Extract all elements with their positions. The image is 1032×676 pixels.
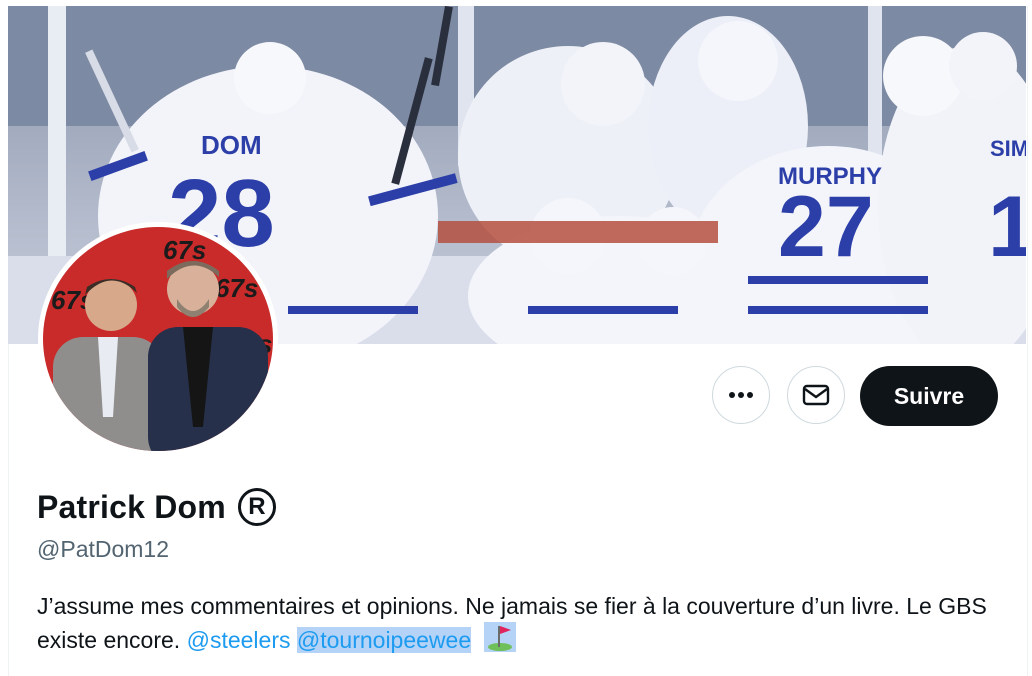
backdrop-logo-top: 67s bbox=[163, 235, 206, 265]
registered-icon: R bbox=[237, 488, 276, 526]
message-button[interactable] bbox=[787, 366, 845, 424]
jersey-number-27: 27 bbox=[778, 179, 874, 275]
display-name: Patrick Dom bbox=[37, 488, 226, 525]
registered-badge-letter: R bbox=[248, 493, 266, 520]
jersey-name-dom: DOM bbox=[201, 130, 262, 160]
mention-link-steelers[interactable]: @steelers bbox=[187, 627, 291, 653]
more-options-button[interactable] bbox=[712, 366, 770, 424]
backdrop-logo-right: 67s bbox=[215, 273, 258, 303]
profile-bio: J’assume mes commentaires et opinions. N… bbox=[37, 590, 987, 656]
profile-avatar[interactable]: 67s 67s 67s 67s bbox=[38, 222, 278, 456]
golf-flag-icon bbox=[483, 622, 516, 652]
jersey-name-sim: SIM bbox=[990, 136, 1026, 161]
profile-name-row: Patrick Dom R bbox=[37, 488, 276, 526]
avatar-photo: 67s 67s 67s 67s bbox=[43, 227, 273, 451]
jersey-number-1: 1 bbox=[988, 179, 1026, 275]
ellipsis-icon bbox=[729, 392, 753, 398]
envelope-icon bbox=[802, 384, 830, 406]
mention-link-tournoipeewee[interactable]: @tournoipeewee bbox=[296, 627, 472, 653]
user-handle: @PatDom12 bbox=[37, 536, 170, 562]
follow-button[interactable]: Suivre bbox=[860, 366, 998, 426]
